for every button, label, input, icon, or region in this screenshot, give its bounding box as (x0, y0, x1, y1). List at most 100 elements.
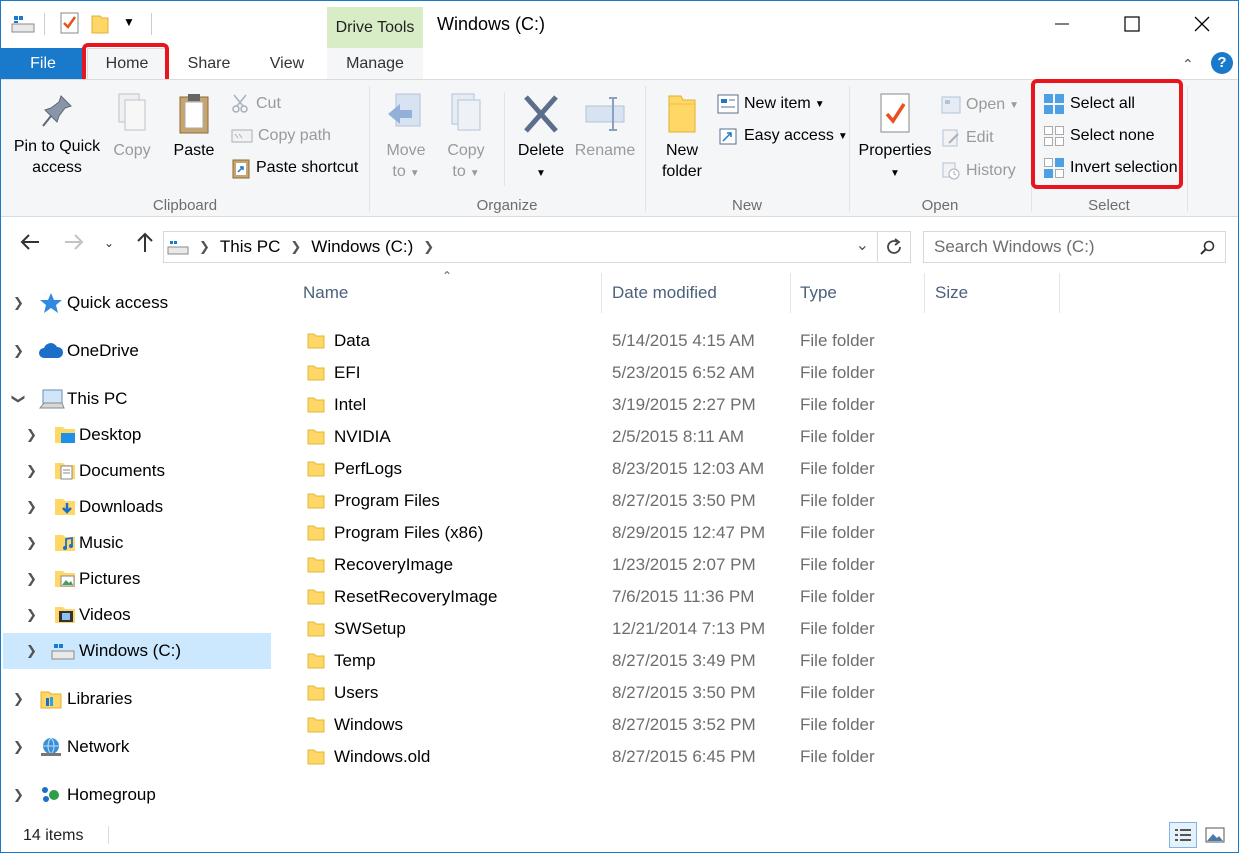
column-header-size[interactable]: Size (935, 271, 1055, 315)
customize-qat-icon[interactable]: ▼ (123, 15, 135, 29)
minimize-button[interactable] (1027, 1, 1097, 47)
open-button[interactable]: Open ▼ (941, 92, 1019, 118)
file-date: 5/23/2015 6:52 AM (612, 363, 755, 382)
file-name: Temp (334, 651, 376, 670)
nav-label: OneDrive (67, 341, 139, 360)
table-row[interactable]: Windows.old 8/27/2015 6:45 PM File folde… (297, 741, 957, 773)
expand-chevron-icon[interactable]: ❯ (13, 295, 24, 311)
cut-button[interactable]: Cut (231, 91, 281, 117)
new-folder-button[interactable]: New folder (655, 92, 709, 182)
expand-chevron-icon[interactable]: ❯ (26, 535, 37, 551)
nav-item-desktop[interactable]: ❯ Desktop (3, 417, 271, 453)
history-button[interactable]: History (941, 158, 1016, 184)
column-divider[interactable] (924, 273, 925, 313)
properties-qat-icon[interactable] (59, 11, 81, 40)
properties-button[interactable]: Properties ▼ (855, 92, 935, 184)
expand-chevron-icon[interactable]: ❯ (26, 571, 37, 587)
nav-item-libraries[interactable]: ❯ Libraries (3, 681, 271, 717)
tab-manage[interactable]: Manage (327, 48, 423, 79)
recent-locations-chevron-icon[interactable]: ⌄ (104, 236, 114, 250)
column-header-type[interactable]: Type (800, 271, 920, 315)
up-button[interactable] (135, 231, 155, 258)
tab-view[interactable]: View (251, 48, 323, 79)
nav-item-downloads[interactable]: ❯ Downloads (3, 489, 271, 525)
maximize-button[interactable] (1097, 1, 1167, 47)
table-row[interactable]: PerfLogs 8/23/2015 12:03 AM File folder (297, 453, 957, 485)
forward-button[interactable] (63, 232, 85, 257)
new-folder-qat-icon[interactable] (91, 13, 109, 40)
rename-button[interactable]: Rename (573, 92, 637, 161)
table-row[interactable]: Temp 8/27/2015 3:49 PM File folder (297, 645, 957, 677)
column-divider[interactable] (1059, 273, 1060, 313)
close-button[interactable] (1167, 1, 1237, 47)
breadcrumb-this-pc[interactable]: This PC (220, 237, 280, 257)
easy-access-button[interactable]: Easy access ▼ (717, 123, 848, 149)
expand-chevron-icon[interactable]: ❯ (26, 643, 37, 659)
help-icon[interactable]: ? (1211, 52, 1233, 74)
minimize-ribbon-icon[interactable]: ⌃ (1182, 56, 1194, 73)
nav-item-quick-access[interactable]: ❯ Quick access (3, 285, 271, 321)
large-icons-view-button[interactable] (1201, 822, 1229, 848)
table-row[interactable]: RecoveryImage 1/23/2015 2:07 PM File fol… (297, 549, 957, 581)
expand-chevron-icon[interactable]: ❯ (13, 691, 24, 707)
breadcrumb-windows-c[interactable]: Windows (C:) (311, 237, 413, 257)
edit-icon (942, 129, 959, 147)
nav-item-onedrive[interactable]: ❯ OneDrive (3, 333, 271, 369)
drive-app-icon[interactable] (11, 14, 35, 39)
paste-button[interactable]: Paste (167, 92, 221, 161)
column-divider[interactable] (790, 273, 791, 313)
expand-chevron-icon[interactable]: ❯ (13, 343, 24, 359)
table-row[interactable]: Program Files 8/27/2015 3:50 PM File fol… (297, 485, 957, 517)
tab-file[interactable]: File (1, 48, 85, 79)
column-header-date-modified[interactable]: Date modified (612, 271, 787, 315)
collapse-chevron-icon[interactable]: ❯ (10, 394, 26, 405)
address-dropdown-chevron-icon[interactable]: ⌄ (856, 235, 869, 255)
table-row[interactable]: Users 8/27/2015 3:50 PM File folder (297, 677, 957, 709)
new-item-button[interactable]: New item ▼ (717, 91, 825, 117)
table-row[interactable]: Data 5/14/2015 4:15 AM File folder (297, 325, 957, 357)
delete-button[interactable]: Delete ▼ (513, 92, 569, 184)
expand-chevron-icon[interactable]: ❯ (13, 739, 24, 755)
table-row[interactable]: EFI 5/23/2015 6:52 AM File folder (297, 357, 957, 389)
computer-icon (39, 389, 65, 409)
column-divider[interactable] (601, 273, 602, 313)
copy-path-button[interactable]: Copy path (231, 123, 331, 149)
nav-item-this-pc[interactable]: ❯ This PC (3, 381, 271, 417)
back-button[interactable] (19, 232, 41, 257)
address-bar[interactable]: ❯ This PC ❯ Windows (C:) ❯ ⌄ (163, 231, 878, 263)
table-row[interactable]: Program Files (x86) 8/29/2015 12:47 PM F… (297, 517, 957, 549)
nav-item-videos[interactable]: ❯ Videos (3, 597, 271, 633)
expand-chevron-icon[interactable]: ❯ (26, 463, 37, 479)
file-date: 12/21/2014 7:13 PM (612, 619, 766, 638)
tab-share[interactable]: Share (173, 48, 245, 79)
expand-chevron-icon[interactable]: ❯ (26, 427, 37, 443)
paste-shortcut-label: Paste shortcut (256, 159, 359, 176)
expand-chevron-icon[interactable]: ❯ (26, 499, 37, 515)
column-header-name[interactable]: Name (303, 271, 598, 315)
search-box[interactable]: Search Windows (C:) (923, 231, 1226, 263)
copy-to-button[interactable]: Copy to ▼ (439, 92, 493, 184)
move-to-button[interactable]: Move to ▼ (379, 92, 433, 184)
nav-item-windows-c[interactable]: ❯ Windows (C:) (3, 633, 271, 669)
paste-shortcut-button[interactable]: Paste shortcut (231, 155, 358, 181)
table-row[interactable]: ResetRecoveryImage 7/6/2015 11:36 PM Fil… (297, 581, 957, 613)
nav-item-pictures[interactable]: ❯ Pictures (3, 561, 271, 597)
drive-icon (167, 241, 189, 255)
details-view-button[interactable] (1169, 822, 1197, 848)
expand-chevron-icon[interactable]: ❯ (13, 787, 24, 803)
edit-button[interactable]: Edit (941, 125, 994, 151)
table-row[interactable]: Windows 8/27/2015 3:52 PM File folder (297, 709, 957, 741)
nav-item-homegroup[interactable]: ❯ Homegroup (3, 777, 271, 813)
pin-to-quick-access-button[interactable]: Pin to Quick access (11, 92, 103, 178)
table-row[interactable]: SWSetup 12/21/2014 7:13 PM File folder (297, 613, 957, 645)
refresh-button[interactable] (878, 231, 911, 263)
copy-button[interactable]: Copy (107, 92, 157, 161)
table-row[interactable]: Intel 3/19/2015 2:27 PM File folder (297, 389, 957, 421)
expand-chevron-icon[interactable]: ❯ (26, 607, 37, 623)
nav-item-documents[interactable]: ❯ Documents (3, 453, 271, 489)
search-input[interactable]: Search Windows (C:) (934, 237, 1095, 257)
table-row[interactable]: NVIDIA 2/5/2015 8:11 AM File folder (297, 421, 957, 453)
nav-item-music[interactable]: ❯ Music (3, 525, 271, 561)
move-to-label-2: to (392, 163, 406, 180)
nav-item-network[interactable]: ❯ Network (3, 729, 271, 765)
